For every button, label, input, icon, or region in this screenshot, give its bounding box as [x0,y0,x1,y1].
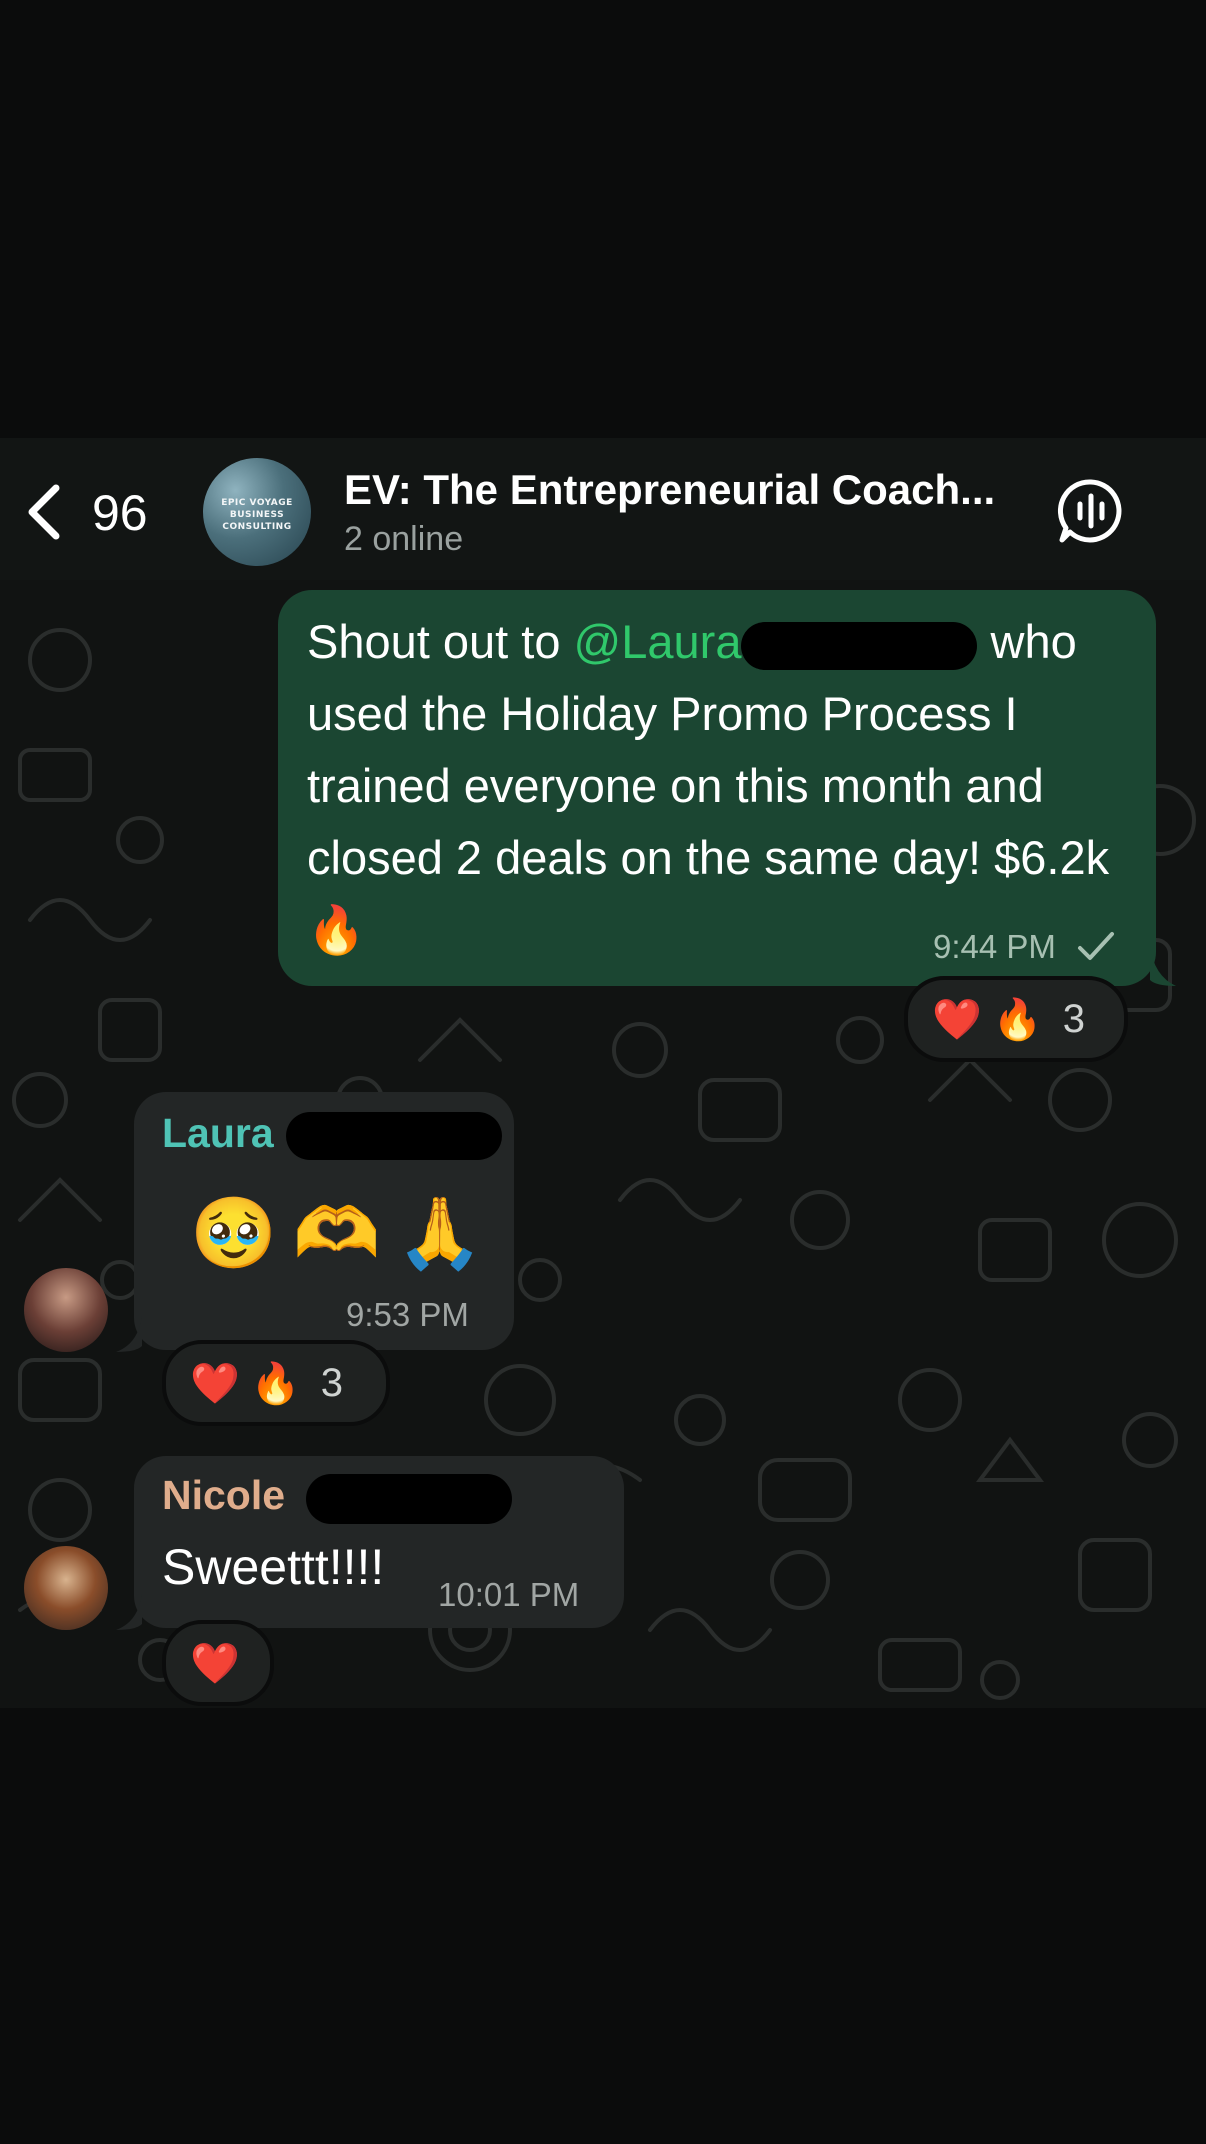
group-avatar[interactable]: EPIC VOYAGE BUSINESS CONSULTING [203,458,311,566]
message-text: Sweettt!!!! [162,1539,385,1595]
unread-count[interactable]: 96 [92,484,148,542]
outgoing-message-text: Shout out to @Laura who used the Holiday… [307,606,1137,966]
emoji-message: 🥹🫶🙏 [190,1192,500,1274]
sender-name[interactable]: Nicole [162,1472,285,1519]
bubble-tail [116,1316,142,1352]
message-time: 10:01 PM [438,1576,580,1613]
reaction-count: 3 [1062,996,1085,1041]
message-time: 9:53 PM [346,1296,469,1333]
online-status: 2 online [344,520,464,558]
avatar[interactable] [24,1268,108,1352]
redacted-name [741,621,978,670]
redacted-name [306,1474,512,1524]
reactions-bar[interactable]: ❤️ [162,1620,274,1706]
sent-check-icon [1078,932,1114,960]
sender-name[interactable]: Laura [162,1110,274,1157]
message-time: 9:44 PM [933,928,1056,965]
reactions-bar[interactable]: ❤️ 🔥 3 [162,1340,390,1426]
avatar-text-line: EPIC VOYAGE [221,498,293,508]
redacted-name [286,1112,502,1160]
avatar-text-line: CONSULTING [222,522,292,532]
reaction-emojis[interactable]: ❤️ [190,1640,240,1687]
mention-link[interactable]: @Laura [574,615,742,668]
reactions-bar[interactable]: ❤️ 🔥 3 [904,976,1128,1062]
bubble-tail [1150,946,1176,986]
message-text-part: Shout out to [307,615,574,668]
avatar-text-line: BUSINESS [229,510,285,520]
voice-chat-icon[interactable] [1056,476,1126,546]
avatar[interactable] [24,1546,108,1630]
reaction-emojis[interactable]: ❤️ 🔥 [932,996,1043,1043]
reaction-count: 3 [320,1360,343,1405]
reaction-emojis[interactable]: ❤️ 🔥 [190,1360,301,1407]
back-chevron-icon[interactable] [22,482,66,542]
chat-title[interactable]: EV: The Entrepreneurial Coach... [344,466,995,514]
bubble-tail [116,1594,142,1630]
